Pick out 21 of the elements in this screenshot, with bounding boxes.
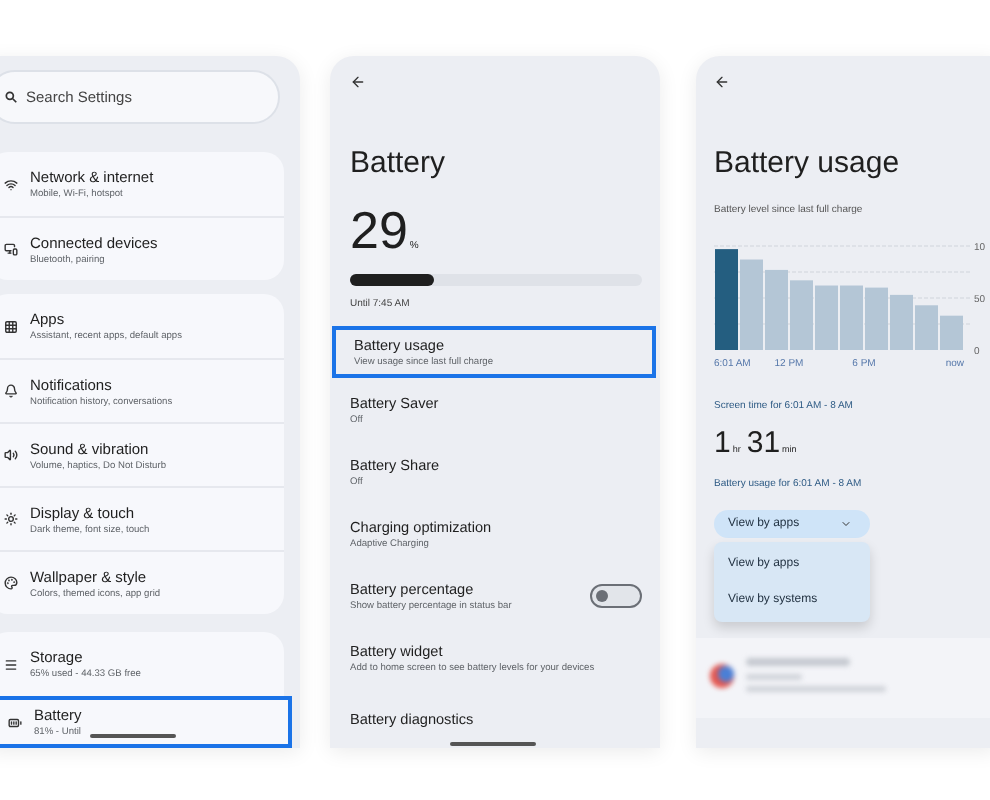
back-icon[interactable] [350,74,366,90]
bell-icon [4,384,18,398]
minutes-value: 31 [746,426,781,460]
search-icon [4,90,18,104]
sun-icon [4,512,18,526]
home-indicator [90,734,176,738]
speaker-icon [4,448,18,462]
battery-icon [8,715,22,729]
devices-icon [4,242,18,256]
battery-percent: 29 [350,200,408,262]
back-icon[interactable] [714,74,730,90]
screen-title: Battery usage [714,146,902,180]
hours-value: 1 [714,426,731,460]
screen-title: Battery [350,146,448,180]
home-indicator [450,742,536,746]
wifi-icon [4,177,18,191]
caret-icon [840,518,852,530]
grid-icon [4,319,18,333]
palette-icon [4,576,18,590]
lines-icon [4,657,18,671]
toggle-switch[interactable] [590,583,642,607]
